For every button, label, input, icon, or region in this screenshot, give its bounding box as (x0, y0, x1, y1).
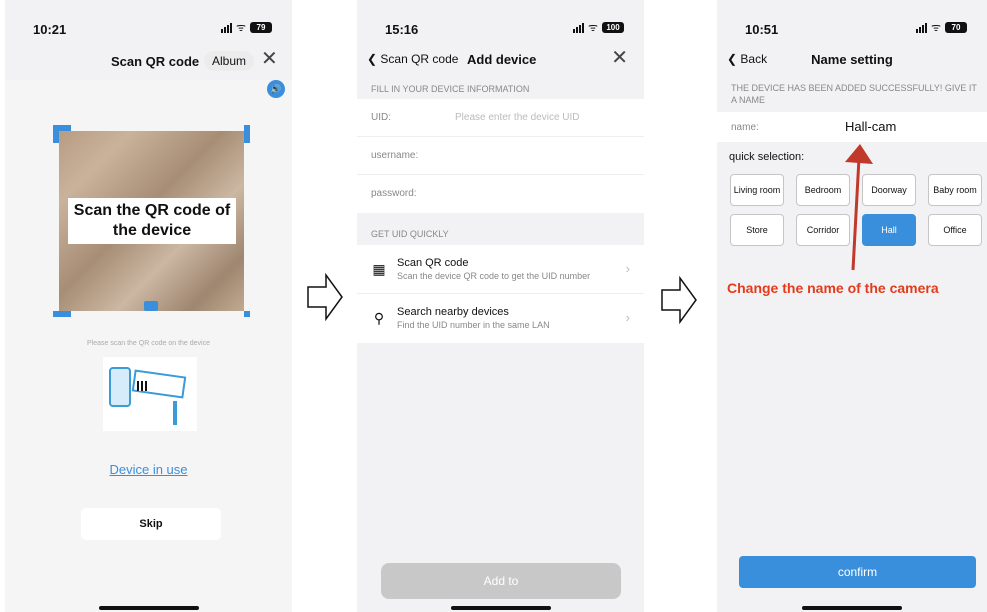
flow-arrow-icon (661, 275, 697, 325)
status-time: 15:16 (385, 22, 419, 37)
section-header: FILL IN YOUR DEVICE INFORMATION (371, 84, 530, 94)
nav-bar: ❮ Back Name setting (717, 48, 987, 74)
search-icon: ⚲ (373, 310, 385, 326)
wifi-icon: ᯤ (235, 21, 246, 34)
status-time: 10:21 (33, 22, 67, 37)
home-indicator (450, 606, 551, 610)
battery-icon: 70 (945, 22, 967, 33)
name-input[interactable]: Hall-cam (845, 119, 896, 134)
device-scan-illustration (103, 357, 197, 431)
annotation-text: Change the name of the camera (727, 280, 939, 296)
search-nearby-item[interactable]: ⚲ Search nearby devices Find the UID num… (357, 294, 644, 343)
page-title: Name setting (811, 52, 893, 67)
album-button[interactable]: Album (204, 51, 255, 71)
signal-icon (915, 22, 927, 33)
section-header: GET UID QUICKLY (371, 229, 449, 239)
phone-icon (109, 367, 131, 407)
chevron-right-icon: › (625, 261, 630, 276)
page-title: Add device (467, 52, 537, 67)
close-icon[interactable]: ✕ (611, 48, 628, 68)
screen-name-setting: 10:51 ᯤ 70 ❮ Back Name setting THE DEVIC… (717, 0, 987, 612)
flashlight-icon[interactable] (144, 301, 158, 311)
add-to-button[interactable]: Add to (381, 563, 621, 599)
wifi-icon: ᯤ (587, 21, 598, 34)
chevron-right-icon: › (625, 310, 630, 325)
screen-scan-qr: 10:21 ᯤ 79 Scan QR code Album ✕ 🔊 Scan t… (5, 0, 292, 612)
annotation-arrow-icon (845, 144, 873, 271)
username-field[interactable]: username: (357, 137, 644, 175)
nav-bar: ❮ Scan QR code Add device ✕ (357, 48, 644, 74)
scan-hint: Please scan the QR code on the device (87, 340, 210, 347)
flow-arrow-icon (307, 272, 343, 322)
uid-input[interactable]: Please enter the device UID (455, 112, 580, 123)
battery-icon: 100 (602, 22, 624, 33)
uid-field[interactable]: UID: Please enter the device UID (357, 99, 644, 137)
option-living-room[interactable]: Living room (730, 174, 784, 206)
option-baby-room[interactable]: Baby room (928, 174, 982, 206)
status-time: 10:51 (745, 22, 779, 37)
device-info-form: UID: Please enter the device UID usernam… (357, 99, 644, 213)
scan-qr-code-item[interactable]: ▦ Scan QR code Scan the device QR code t… (357, 245, 644, 294)
chevron-left-icon: ❮ (367, 52, 381, 66)
status-bar: 10:51 ᯤ 70 (717, 0, 987, 48)
quick-uid-list: ▦ Scan QR code Scan the device QR code t… (357, 245, 644, 343)
status-bar: 15:16 ᯤ 100 (357, 0, 644, 48)
page-title: Scan QR code (111, 54, 200, 69)
wifi-icon: ᯤ (930, 21, 941, 34)
scan-overlay-text: Scan the QR code of the device (68, 198, 236, 244)
qr-code-icon (137, 381, 147, 391)
name-field[interactable]: name: Hall-cam (717, 112, 987, 142)
success-message: THE DEVICE HAS BEEN ADDED SUCCESSFULLY! … (731, 83, 977, 105)
option-office[interactable]: Office (928, 214, 982, 246)
device-in-use-link[interactable]: Device in use (5, 462, 292, 477)
stage: 10:21 ᯤ 79 Scan QR code Album ✕ 🔊 Scan t… (0, 0, 987, 612)
confirm-button[interactable]: confirm (739, 556, 976, 588)
signal-icon (220, 22, 232, 33)
password-field[interactable]: password: (357, 175, 644, 213)
signal-icon (572, 22, 584, 33)
skip-button[interactable]: Skip (81, 508, 221, 540)
option-store[interactable]: Store (730, 214, 784, 246)
qr-scan-frame: Scan the QR code of the device (53, 125, 250, 317)
status-bar: 10:21 ᯤ 79 (5, 0, 292, 48)
quick-selection-label: quick selection: (729, 151, 805, 163)
screen-add-device: 15:16 ᯤ 100 ❮ Scan QR code Add device ✕ … (357, 0, 644, 612)
home-indicator (802, 606, 902, 610)
speaker-icon[interactable]: 🔊 (267, 80, 285, 98)
back-button[interactable]: ❮ Scan QR code (367, 52, 458, 66)
battery-icon: 79 (250, 22, 272, 33)
close-icon[interactable]: ✕ (261, 49, 278, 69)
qr-code-icon: ▦ (372, 261, 386, 277)
home-indicator (98, 606, 199, 610)
